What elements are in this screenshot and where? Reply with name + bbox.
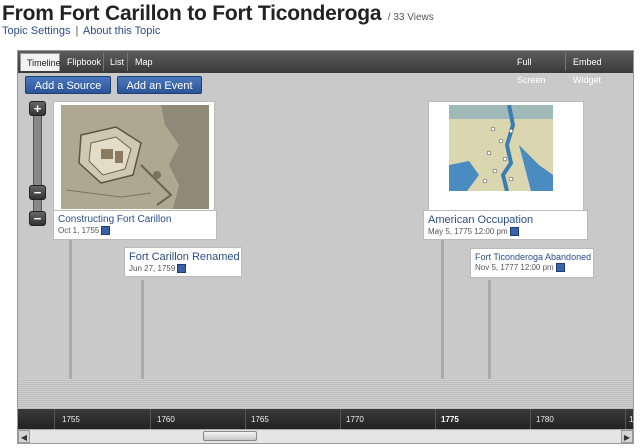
- axis-tick-mark: [245, 409, 246, 429]
- topic-settings-link[interactable]: Topic Settings: [2, 25, 70, 37]
- event-date: May 5, 1775 12:00 pm: [428, 227, 508, 236]
- topic-links: Topic Settings | About this Topic: [2, 25, 160, 37]
- axis-tick-mark: [625, 409, 626, 429]
- event-stem: [69, 239, 72, 389]
- event-card[interactable]: Fort Carillon Renamed Jun 27, 1759: [124, 247, 242, 277]
- event-title[interactable]: Constructing Fort Carillon: [58, 214, 212, 225]
- event-date: Nov 5, 1777 12:00 pm: [475, 263, 554, 272]
- scroll-right-arrow-icon[interactable]: ▶: [621, 430, 633, 443]
- add-source-button[interactable]: Add a Source: [25, 76, 111, 94]
- axis-tick-mark: [530, 409, 531, 429]
- timeline-widget: Timeline Flipbook List Map Full Screen E…: [17, 50, 634, 444]
- link-separator: |: [75, 25, 79, 37]
- embed-widget-button[interactable]: Embed Widget: [567, 53, 632, 85]
- event-card[interactable]: Fort Ticonderoga Abandoned Nov 5, 1777 1…: [470, 248, 594, 278]
- source-icon: [509, 227, 519, 237]
- event-date-row: Nov 5, 1777 12:00 pm: [475, 263, 589, 273]
- event-thumbnail[interactable]: [428, 101, 584, 213]
- event-card[interactable]: American Occupation May 5, 1775 12:00 pm: [423, 210, 588, 240]
- time-axis[interactable]: 1755 1760 1765 1770 1775 1780 1: [18, 409, 633, 429]
- scroll-left-arrow-icon[interactable]: ◀: [18, 430, 30, 443]
- event-date: Oct 1, 1755: [58, 226, 100, 235]
- lake-champlain-map-image: [449, 105, 553, 191]
- event-title[interactable]: American Occupation: [428, 214, 583, 226]
- zoom-out-button[interactable]: −: [29, 211, 46, 226]
- page-title: From Fort Carillon to Fort Ticonderoga: [2, 2, 382, 25]
- axis-tick-label: 1770: [346, 415, 364, 424]
- timeline-scrollbar[interactable]: ◀ ▶: [18, 429, 633, 443]
- zoom-track[interactable]: [33, 101, 42, 226]
- axis-tick-label: 1: [629, 415, 634, 424]
- event-stem: [441, 239, 444, 389]
- axis-tick-mark: [150, 409, 151, 429]
- axis-tick-mark: [340, 409, 341, 429]
- event-date: Jun 27, 1759: [129, 264, 176, 273]
- axis-tick-mark: [435, 409, 436, 429]
- event-stem: [141, 280, 144, 388]
- axis-tick-label: 1760: [157, 415, 175, 424]
- event-thumbnail[interactable]: [53, 101, 215, 213]
- tab-flipbook[interactable]: Flipbook: [61, 53, 104, 71]
- event-date-row: May 5, 1775 12:00 pm: [428, 227, 583, 237]
- full-screen-button[interactable]: Full Screen: [511, 53, 566, 85]
- event-date-row: Oct 1, 1755: [58, 226, 212, 236]
- source-icon: [101, 226, 111, 236]
- tab-map[interactable]: Map: [129, 53, 161, 71]
- tab-timeline[interactable]: Timeline: [20, 53, 61, 71]
- about-topic-link[interactable]: About this Topic: [83, 25, 160, 37]
- zoom-in-button[interactable]: +: [29, 101, 46, 116]
- zoom-handle[interactable]: −: [29, 185, 46, 200]
- axis-tick-label: 1765: [251, 415, 269, 424]
- axis-tick-label-current: 1775: [441, 415, 459, 424]
- timeline-band: [18, 379, 633, 409]
- axis-tick-mark: [54, 409, 55, 429]
- event-card[interactable]: Constructing Fort Carillon Oct 1, 1755: [53, 210, 217, 240]
- add-event-button[interactable]: Add an Event: [117, 76, 202, 94]
- source-icon: [555, 263, 565, 273]
- event-title[interactable]: Fort Carillon Renamed: [129, 251, 240, 263]
- view-tabbar: Timeline Flipbook List Map Full Screen E…: [18, 51, 633, 85]
- event-date-row: Jun 27, 1759: [129, 264, 237, 274]
- event-stem: [488, 280, 491, 388]
- fort-plan-map-image: [61, 105, 209, 209]
- axis-tick-label: 1780: [536, 415, 554, 424]
- view-count: / 33 Views: [387, 12, 434, 23]
- event-title[interactable]: Fort Ticonderoga Abandoned: [475, 252, 591, 262]
- axis-tick-label: 1755: [62, 415, 80, 424]
- source-icon: [177, 264, 187, 274]
- scrollbar-thumb[interactable]: [203, 431, 257, 441]
- title-row: From Fort Carillon to Fort Ticonderoga /…: [2, 2, 434, 26]
- tab-list[interactable]: List: [104, 53, 128, 71]
